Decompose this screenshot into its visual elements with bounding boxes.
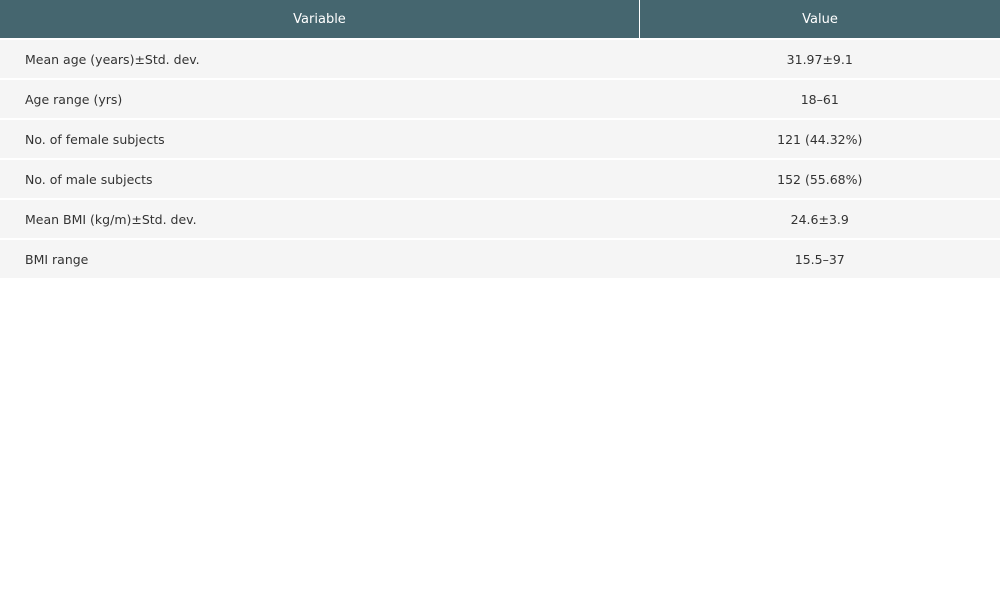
header-value: Value [639, 0, 1000, 39]
row-value: 15.5–37 [639, 238, 1000, 278]
row-variable: No. of male subjects [0, 158, 640, 199]
table-row: Mean age (years)±Std. dev. 31.97±9.1 [0, 38, 1000, 79]
row-variable: Mean BMI (kg/m)±Std. dev. [0, 198, 640, 239]
table-row: BMI range 15.5–37 [0, 238, 1000, 278]
row-variable: BMI range [0, 238, 640, 278]
row-variable: Age range (yrs) [0, 78, 640, 119]
row-value: 152 (55.68%) [639, 158, 1000, 199]
table-row: No. of male subjects 152 (55.68%) [0, 158, 1000, 199]
row-value: 24.6±3.9 [639, 198, 1000, 239]
row-variable: Mean age (years)±Std. dev. [0, 38, 640, 79]
header-variable: Variable [0, 0, 640, 39]
table-row: Mean BMI (kg/m)±Std. dev. 24.6±3.9 [0, 198, 1000, 239]
row-value: 31.97±9.1 [639, 38, 1000, 79]
table-body: Mean age (years)±Std. dev. 31.97±9.1 Age… [0, 38, 1000, 278]
demographics-table: Variable Value Mean age (years)±Std. dev… [0, 0, 1000, 278]
table-row: No. of female subjects 121 (44.32%) [0, 118, 1000, 159]
header-row: Variable Value [0, 0, 1000, 39]
row-value: 121 (44.32%) [639, 118, 1000, 159]
table-row: Age range (yrs) 18–61 [0, 78, 1000, 119]
row-variable: No. of female subjects [0, 118, 640, 159]
row-value: 18–61 [639, 78, 1000, 119]
table-header: Variable Value [0, 0, 1000, 39]
